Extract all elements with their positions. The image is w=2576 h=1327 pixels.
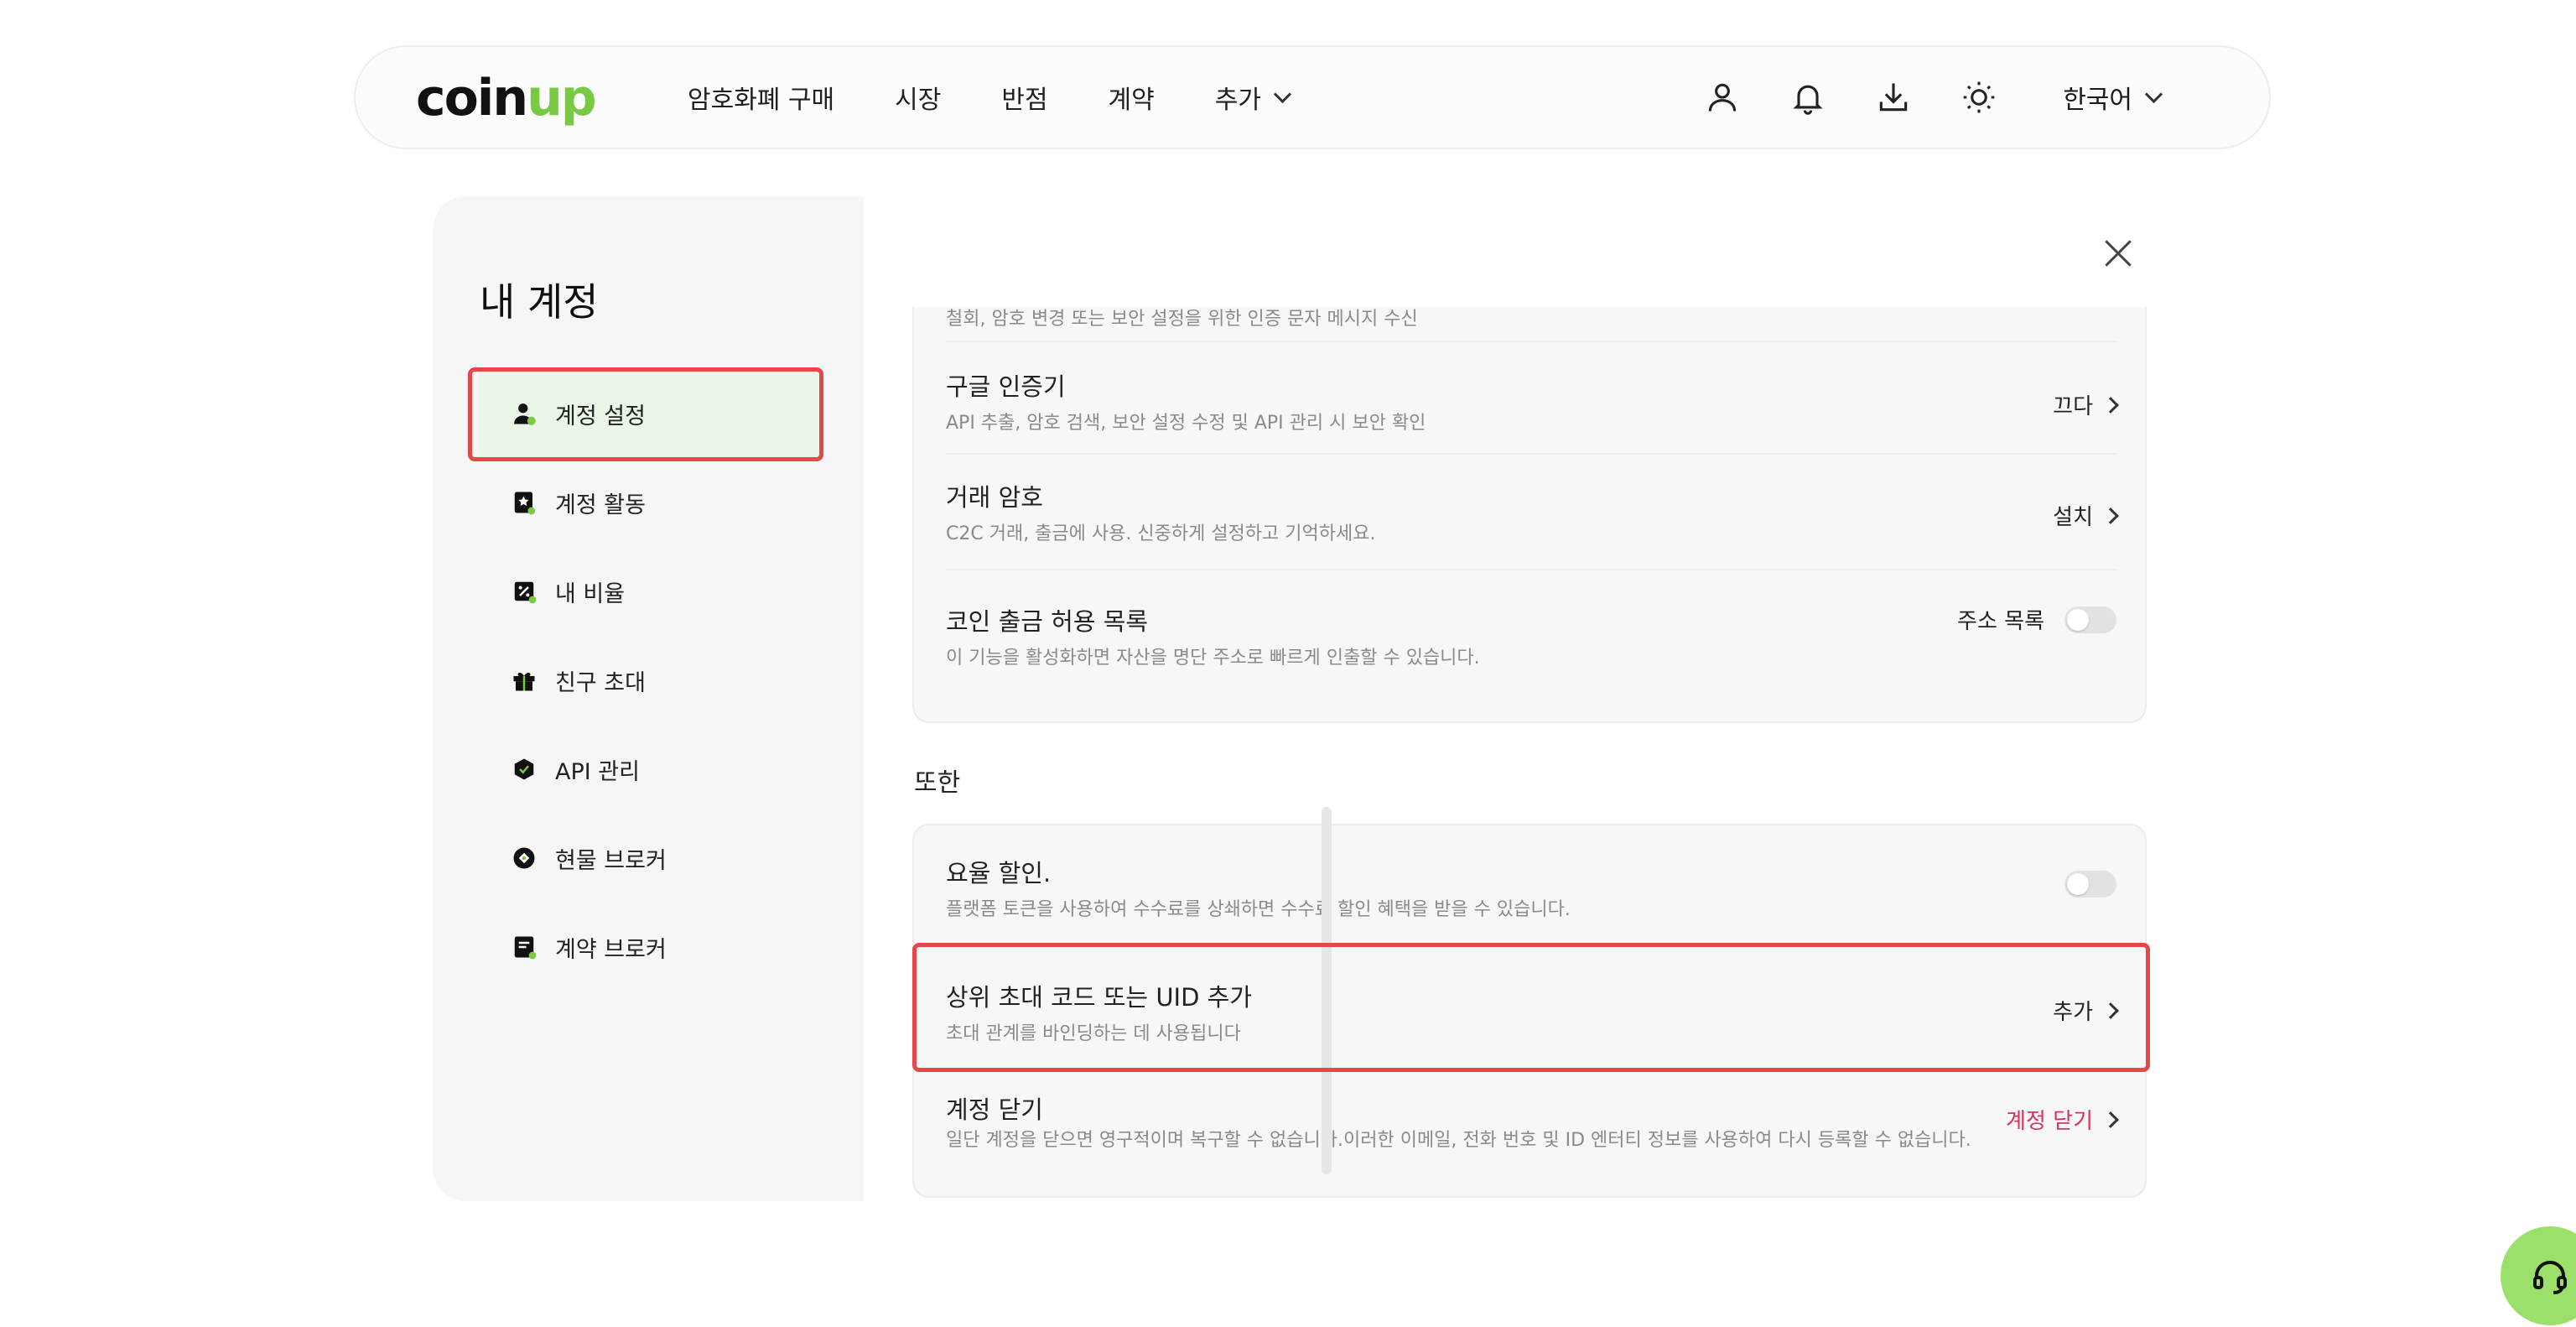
row-title: 상위 초대 코드 또는 UID 추가 [946, 983, 1253, 1012]
nav-links: 암호화폐 구매 시장 반점 계약 추가 [688, 47, 1349, 148]
logo[interactable]: coin up [416, 69, 597, 127]
nav-link-label: 계약 [1108, 86, 1155, 115]
row-add-referral-code[interactable]: 상위 초대 코드 또는 UID 추가 초대 관계를 바인딩하는 데 사용됩니다 … [946, 978, 2119, 1045]
main-content: 철회, 암호 변경 또는 보안 설정을 위한 인증 문자 메시지 수신 구글 인… [864, 196, 2189, 1201]
row-title: 구글 인증기 [946, 372, 1066, 401]
nav-link-label: 반점 [1001, 86, 1048, 115]
fee-discount-actions [2044, 871, 2116, 898]
sun-icon[interactable] [1959, 77, 1999, 117]
section-label-also: 또한 [914, 768, 961, 798]
nav-link-market[interactable]: 시장 [895, 79, 941, 116]
sidebar-item-label: 계정 설정 [555, 403, 646, 429]
sidebar-item-invite-friends[interactable]: 친구 초대 [478, 636, 820, 725]
partial-row-desc: 철회, 암호 변경 또는 보안 설정을 위한 인증 문자 메시지 수신 [946, 309, 1418, 330]
row-desc: API 추출, 암호 검색, 보안 설정 수정 및 API 관리 시 보안 확인 [946, 413, 1426, 434]
sidebar-item-contract-broker[interactable]: 계약 브로커 [478, 903, 820, 991]
row-title: 계정 닫기 [946, 1095, 1043, 1124]
chevron-right-icon [2102, 1111, 2119, 1128]
chevron-down-icon [2144, 85, 2163, 103]
sidebar-item-label: API 관리 [555, 758, 640, 785]
row-action-label: 설치 [2053, 505, 2093, 530]
gift-icon [510, 666, 538, 695]
google-authenticator-action[interactable]: 끄다 [2053, 389, 2119, 420]
close-account-action[interactable]: 계정 닫기 [2006, 1104, 2119, 1135]
nav-link-buy-crypto[interactable]: 암호화폐 구매 [688, 79, 834, 116]
nav-right: 한국어 [1657, 47, 2163, 148]
spot-broker-icon [510, 844, 538, 872]
user-icon[interactable] [1702, 77, 1742, 117]
row-title: 코인 출금 허용 목록 [946, 607, 1149, 636]
row-close-account[interactable]: 계정 닫기 일단 계정을 닫으면 영구적이며 복구할 수 없습니다.이러한 이메… [946, 1090, 2119, 1151]
nav-link-more[interactable]: 추가 [1214, 79, 1292, 116]
sidebar-item-label: 계정 활동 [555, 492, 646, 518]
sidebar-item-label: 내 비율 [555, 580, 626, 607]
row-action-label: 끄다 [2053, 394, 2093, 419]
row-google-authenticator[interactable]: 구글 인증기 API 추출, 암호 검색, 보안 설정 수정 및 API 관리 … [946, 367, 2119, 435]
scrollbar[interactable] [1322, 807, 1332, 1174]
sidebar-item-label: 계약 브로커 [555, 936, 667, 963]
row-desc: 플랫폼 토큰을 사용하여 수수료를 상쇄하면 수수료 할인 혜택을 받을 수 있… [946, 899, 1571, 920]
chevron-right-icon [2102, 396, 2119, 414]
row-action-label: 추가 [2053, 1000, 2093, 1025]
nav-link-spot[interactable]: 반점 [1001, 79, 1047, 116]
settings-scroll-area[interactable]: 철회, 암호 변경 또는 보안 설정을 위한 인증 문자 메시지 수신 구글 인… [864, 307, 2189, 1201]
row-desc: 초대 관계를 바인딩하는 데 사용됩니다 [946, 1023, 1241, 1044]
row-withdrawal-whitelist: 코인 출금 허용 목록 이 기능을 활성화하면 자산을 명단 주소로 빠르게 인… [946, 602, 2116, 669]
download-icon[interactable] [1873, 77, 1914, 117]
percent-icon [510, 577, 538, 606]
row-desc: C2C 거래, 출금에 사용. 신중하게 설정하고 기억하세요. [946, 523, 1376, 544]
top-navigation: coin up 암호화폐 구매 시장 반점 계약 추가 한국어 [354, 45, 2271, 149]
chevron-down-icon [1273, 85, 1292, 103]
row-desc: 일단 계정을 닫으면 영구적이며 복구할 수 없습니다.이러한 이메일, 전화 … [946, 1130, 1971, 1151]
chevron-right-icon [2102, 1002, 2119, 1019]
trading-password-action[interactable]: 설치 [2053, 500, 2119, 531]
language-selector[interactable]: 한국어 [2063, 79, 2163, 116]
logo-text: coin [416, 69, 528, 127]
row-title: 요율 할인. [946, 859, 1052, 887]
divider [946, 453, 2116, 455]
row-title: 거래 암호 [946, 483, 1043, 512]
sidebar-item-label: 현물 브로커 [555, 847, 667, 874]
sidebar-menu: 계정 설정 계정 활동 내 비율 친구 초대 API 관리 현물 브로커 계약 … [478, 369, 820, 991]
sidebar-item-api-management[interactable]: API 관리 [478, 725, 820, 814]
customer-support-button[interactable] [2501, 1226, 2576, 1325]
api-shield-icon [510, 755, 538, 783]
sidebar-item-spot-broker[interactable]: 현물 브로커 [478, 814, 820, 903]
nav-link-label: 시장 [895, 86, 942, 115]
sidebar-item-account-settings[interactable]: 계정 설정 [478, 369, 820, 458]
nav-link-label: 추가 [1214, 86, 1261, 115]
row-trading-password[interactable]: 거래 암호 C2C 거래, 출금에 사용. 신중하게 설정하고 기억하세요. 설… [946, 478, 2119, 545]
withdrawal-whitelist-actions: 주소 목록 [1957, 604, 2116, 635]
fee-discount-toggle[interactable] [2064, 871, 2116, 898]
account-sidebar: 내 계정 계정 설정 계정 활동 내 비율 친구 초대 API 관리 현물 브로… [433, 196, 864, 1201]
contract-broker-icon [510, 933, 538, 961]
row-fee-discount: 요율 할인. 플랫폼 토큰을 사용하여 수수료를 상쇄하면 수수료 할인 혜택을… [946, 854, 2116, 921]
bell-icon[interactable] [1788, 77, 1828, 117]
language-label: 한국어 [2063, 86, 2132, 115]
sidebar-item-label: 친구 초대 [555, 669, 646, 696]
close-icon[interactable] [2100, 235, 2137, 272]
add-referral-action[interactable]: 추가 [2053, 995, 2119, 1026]
row-desc: 이 기능을 활성화하면 자산을 명단 주소로 빠르게 인출할 수 있습니다. [946, 648, 1480, 669]
bookmark-star-icon [510, 488, 538, 517]
sidebar-item-account-activity[interactable]: 계정 활동 [478, 458, 820, 547]
also-card: 요율 할인. 플랫폼 토큰을 사용하여 수수료를 상쇄하면 수수료 할인 혜택을… [912, 824, 2147, 1198]
divider [946, 341, 2116, 342]
address-list-link[interactable]: 주소 목록 [1957, 604, 2044, 635]
headset-icon [2533, 1261, 2567, 1294]
chevron-right-icon [2102, 507, 2119, 524]
security-card: 철회, 암호 변경 또는 보안 설정을 위한 인증 문자 메시지 수신 구글 인… [912, 307, 2147, 723]
nav-link-label: 암호화폐 구매 [688, 86, 835, 115]
user-settings-icon [510, 399, 538, 428]
nav-link-contract[interactable]: 계약 [1109, 79, 1155, 116]
withdrawal-whitelist-toggle[interactable] [2064, 606, 2116, 633]
sidebar-title: 내 계정 [480, 279, 599, 325]
row-action-label: 계정 닫기 [2006, 1109, 2093, 1134]
sidebar-item-my-ratio[interactable]: 내 비율 [478, 547, 820, 636]
logo-accent: up [527, 69, 597, 127]
divider [946, 569, 2116, 570]
